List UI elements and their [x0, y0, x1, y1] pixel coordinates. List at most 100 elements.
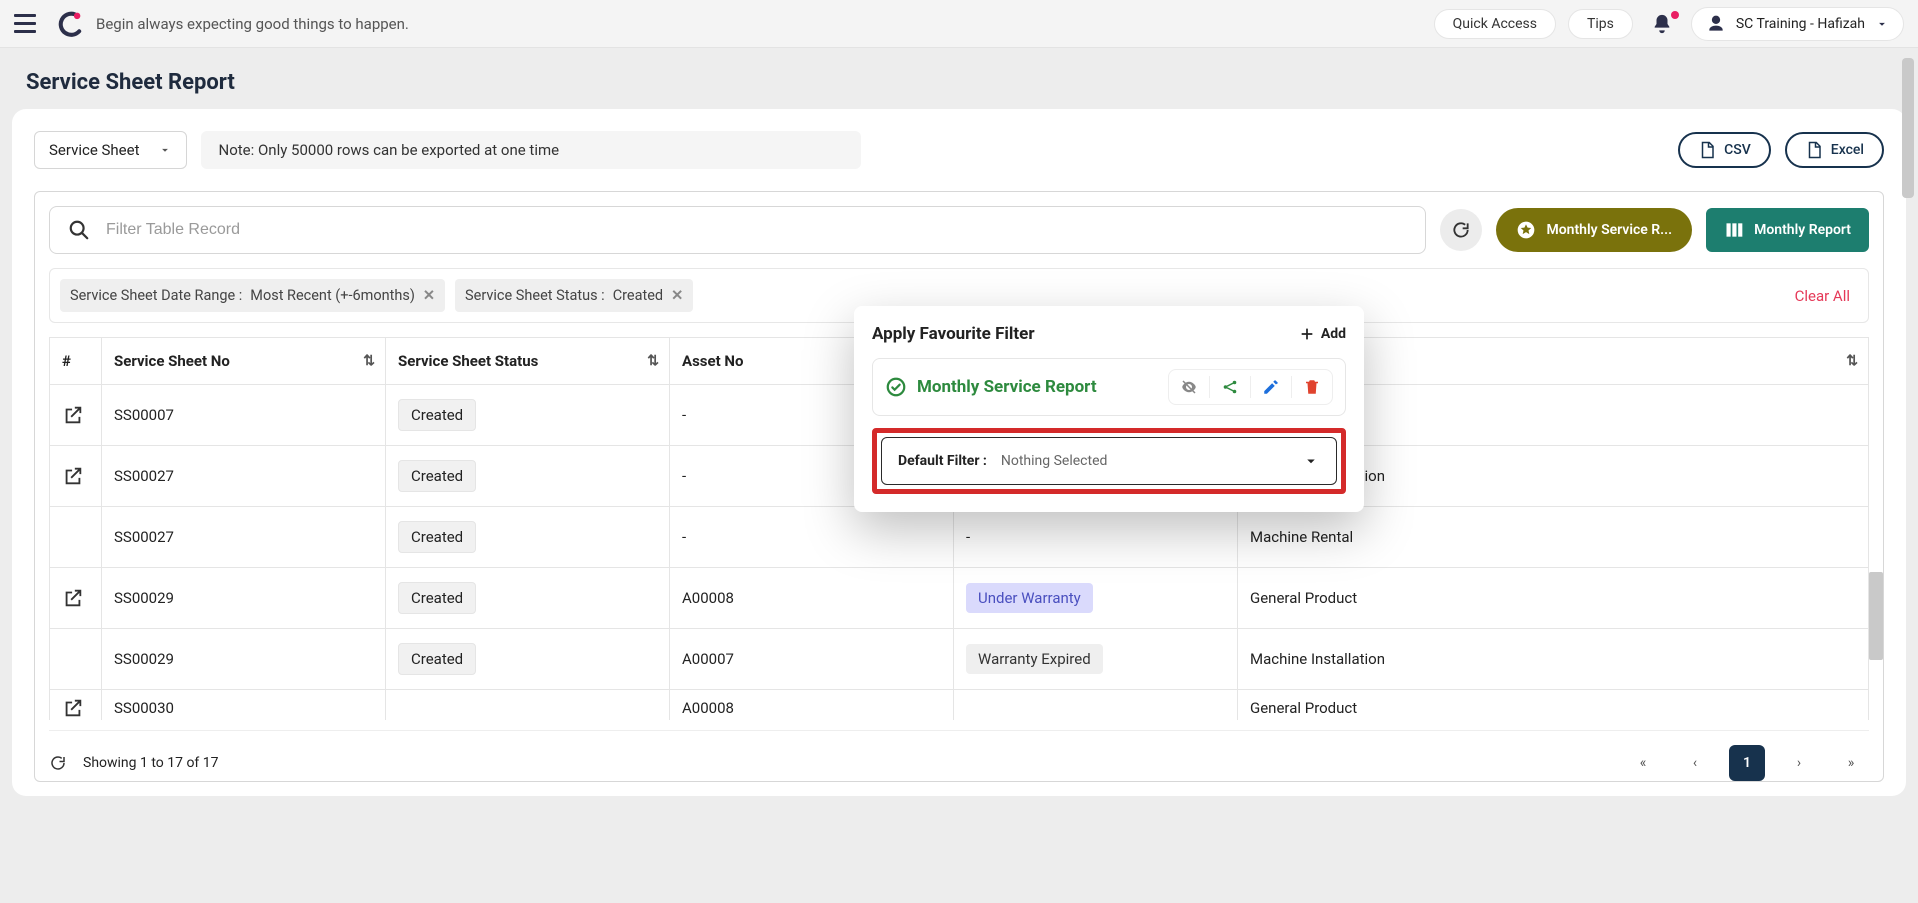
user-icon	[1706, 14, 1726, 34]
clear-all-button[interactable]: Clear All	[1795, 287, 1858, 305]
plus-icon	[1299, 326, 1315, 342]
page-first[interactable]: «	[1625, 745, 1661, 781]
open-row-button[interactable]	[50, 568, 102, 629]
table-scrollbar[interactable]	[1869, 572, 1883, 660]
page-last[interactable]: »	[1833, 745, 1869, 781]
search-icon	[68, 219, 90, 241]
default-filter-highlight: Default Filter : Nothing Selected	[872, 428, 1346, 494]
favourite-filter-item[interactable]: Monthly Service Report	[872, 358, 1346, 416]
open-row-button[interactable]	[50, 446, 102, 507]
refresh-button[interactable]	[1440, 209, 1482, 251]
warranty-badge: Warranty Expired	[966, 644, 1103, 674]
topbar: Begin always expecting good things to ha…	[0, 0, 1918, 48]
page-scrollbar[interactable]	[1900, 48, 1916, 903]
status-badge: Created	[398, 399, 476, 431]
page-current[interactable]: 1	[1729, 745, 1765, 781]
refresh-icon[interactable]	[49, 754, 67, 772]
edit-icon[interactable]	[1251, 370, 1291, 404]
hide-icon[interactable]	[1169, 370, 1209, 404]
filter-chip-status[interactable]: Service Sheet Status : Created ✕	[455, 279, 693, 312]
open-row-button[interactable]	[50, 385, 102, 446]
cell-warranty: Under Warranty	[954, 568, 1238, 629]
cell-name: Machine Installation	[1238, 629, 1869, 690]
delete-icon[interactable]	[1292, 370, 1332, 404]
quick-access-button[interactable]: Quick Access	[1434, 9, 1556, 39]
close-icon[interactable]: ✕	[671, 287, 683, 304]
columns-icon	[1724, 220, 1744, 240]
user-menu[interactable]: SC Training - Hafizah	[1691, 7, 1904, 41]
cell-asset: A00008	[670, 568, 954, 629]
monthly-report-button[interactable]: Monthly Report	[1706, 208, 1869, 252]
cell-sheet-no: SS00029	[102, 629, 386, 690]
cell-warranty	[954, 690, 1238, 720]
export-excel-button[interactable]: Excel	[1785, 132, 1884, 168]
cell-status: Created	[386, 507, 670, 568]
page-title: Service Sheet Report	[0, 48, 1918, 109]
cell-asset: A00007	[670, 629, 954, 690]
cell-sheet-no: SS00027	[102, 446, 386, 507]
file-icon	[1805, 141, 1823, 159]
close-icon[interactable]: ✕	[423, 287, 435, 304]
chevron-down-icon	[1875, 17, 1889, 31]
search-box[interactable]	[49, 206, 1426, 254]
add-favourite-button[interactable]: Add	[1299, 326, 1346, 342]
cell-warranty: -	[954, 507, 1238, 568]
cell-sheet-no: SS00007	[102, 385, 386, 446]
cell-name: Machine Rental	[1238, 507, 1869, 568]
notification-dot	[1671, 11, 1679, 19]
cell-asset: -	[670, 507, 954, 568]
table-row[interactable]: SS00030 A00008 General Product	[50, 690, 1869, 720]
cell-sheet-no: SS00027	[102, 507, 386, 568]
open-row-button[interactable]	[50, 690, 102, 720]
page-next[interactable]: ›	[1781, 745, 1817, 781]
page-prev[interactable]: ‹	[1677, 745, 1713, 781]
status-badge: Created	[398, 582, 476, 614]
chevron-down-icon	[1302, 452, 1320, 470]
user-name: SC Training - Hafizah	[1736, 16, 1865, 32]
bell-icon	[1651, 13, 1673, 35]
star-icon	[1516, 220, 1536, 240]
open-row-button	[50, 507, 102, 568]
tips-button[interactable]: Tips	[1568, 9, 1633, 39]
share-icon[interactable]	[1210, 370, 1250, 404]
cell-status	[386, 690, 670, 720]
search-input[interactable]	[106, 221, 1407, 239]
col-sheet-no[interactable]: Service Sheet No⇅	[102, 338, 386, 385]
cell-status: Created	[386, 629, 670, 690]
pagination: Showing 1 to 17 of 17 « ‹ 1 › »	[49, 730, 1869, 781]
status-badge: Created	[398, 521, 476, 553]
open-row-button	[50, 629, 102, 690]
notifications-button[interactable]	[1645, 13, 1679, 35]
check-circle-icon	[885, 376, 907, 398]
col-index[interactable]: #	[50, 338, 102, 385]
refresh-icon	[1451, 220, 1471, 240]
favourite-filter-label: Monthly Service Report	[917, 377, 1158, 397]
menu-icon[interactable]	[14, 10, 42, 38]
export-note: Note: Only 50000 rows can be exported at…	[201, 131, 861, 169]
pager-summary: Showing 1 to 17 of 17	[83, 755, 219, 771]
sheet-type-select[interactable]: Service Sheet	[34, 131, 187, 169]
cell-sheet-no: SS00030	[102, 690, 386, 720]
monthly-service-filter-button[interactable]: Monthly Service R...	[1496, 208, 1692, 252]
status-badge: Created	[398, 460, 476, 492]
table-row[interactable]: SS00029CreatedA00008Under WarrantyGenera…	[50, 568, 1869, 629]
table-row[interactable]: SS00029 Created A00007 Warranty Expired Mach…	[50, 629, 1869, 690]
status-badge: Created	[398, 643, 476, 675]
warranty-badge: Under Warranty	[966, 583, 1093, 613]
col-status[interactable]: Service Sheet Status⇅	[386, 338, 670, 385]
table-row[interactable]: SS00027Created--Machine Rental	[50, 507, 1869, 568]
export-csv-button[interactable]: CSV	[1678, 132, 1771, 168]
cell-name: General Product	[1238, 568, 1869, 629]
cell-status: Created	[386, 385, 670, 446]
sort-icon: ⇅	[647, 353, 659, 369]
default-filter-select[interactable]: Default Filter : Nothing Selected	[881, 437, 1337, 485]
filter-chip-date-range[interactable]: Service Sheet Date Range : Most Recent (…	[60, 279, 445, 312]
cell-name: General Product	[1238, 690, 1869, 720]
cell-status: Created	[386, 568, 670, 629]
favourite-filter-popover: Apply Favourite Filter Add Monthly Servi…	[854, 306, 1364, 512]
chevron-down-icon	[158, 143, 172, 157]
app-logo	[56, 11, 82, 37]
favourite-filter-title: Apply Favourite Filter	[872, 324, 1035, 344]
tagline: Begin always expecting good things to ha…	[96, 15, 409, 33]
cell-asset: A00008	[670, 690, 954, 720]
